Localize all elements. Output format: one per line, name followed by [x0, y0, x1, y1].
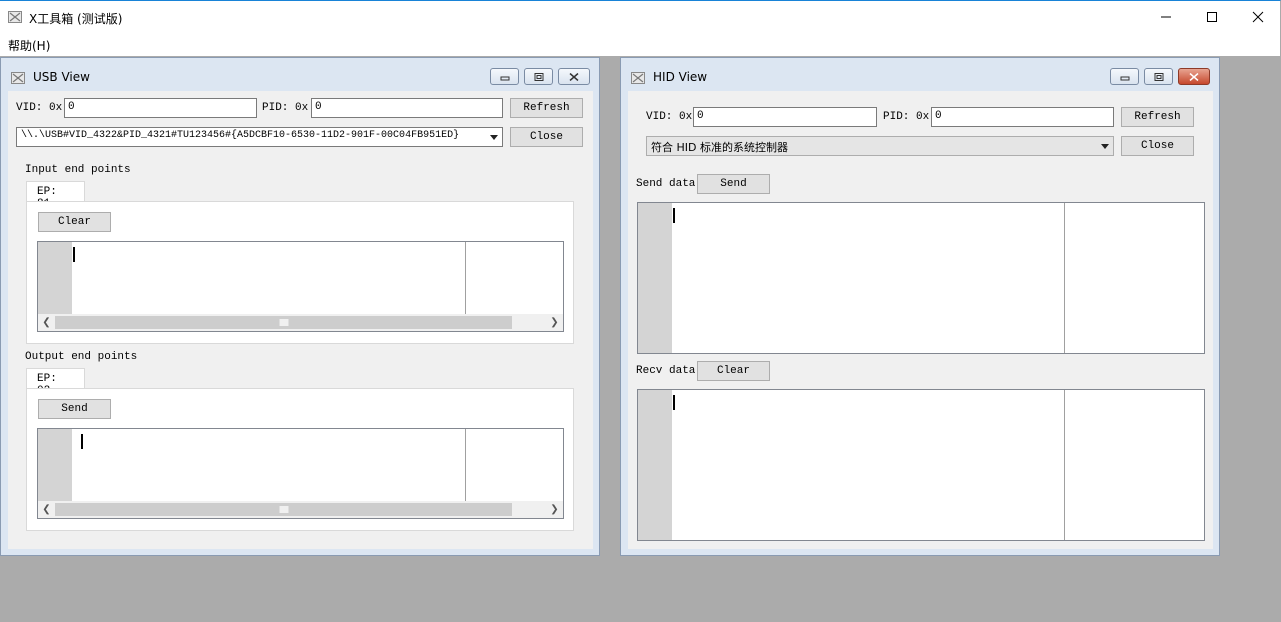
usb-minimize-button[interactable]	[490, 68, 519, 85]
minimize-icon	[500, 76, 509, 80]
hid-device-select[interactable]: 符合 HID 标准的系统控制器	[646, 136, 1114, 156]
hid-pid-label: PID: 0x	[883, 111, 930, 123]
hid-restore-button[interactable]	[1144, 68, 1173, 85]
usb-refresh-button[interactable]: Refresh	[510, 98, 583, 118]
minimize-button[interactable]	[1143, 1, 1189, 33]
close-button[interactable]	[1235, 1, 1281, 33]
tab-ep-81[interactable]: EP: 81	[26, 181, 85, 210]
window-app-icon	[631, 72, 645, 84]
usb-view-title: USB View	[33, 70, 90, 84]
usb-close-button[interactable]	[558, 68, 590, 85]
usb-close-device-button[interactable]: Close	[510, 127, 583, 147]
menu-help[interactable]: 帮助(H)	[8, 37, 50, 54]
usb-view-titlebar[interactable]: USB View	[1, 58, 599, 88]
input-data-editor[interactable]: ❮ ❯	[37, 241, 564, 332]
text-caret	[73, 247, 75, 262]
output-ep-panel: Send ❮ ❯	[26, 388, 574, 531]
hid-send-button[interactable]: Send	[697, 174, 770, 194]
line-gutter	[638, 203, 672, 353]
input-clear-button[interactable]: Clear	[38, 212, 111, 232]
hid-clear-button[interactable]: Clear	[697, 361, 770, 381]
line-gutter	[638, 390, 672, 540]
close-icon	[1252, 11, 1264, 23]
usb-vid-label: VID: 0x	[16, 102, 63, 114]
minimize-icon	[1161, 16, 1171, 18]
tab-ep-02[interactable]: EP: 02	[26, 368, 85, 397]
text-caret	[673, 208, 675, 223]
hid-vid-label: VID: 0x	[646, 111, 693, 123]
input-endpoints-label: Input end points	[25, 164, 131, 176]
minimize-icon	[1120, 76, 1129, 80]
scroll-left-icon[interactable]: ❮	[38, 314, 55, 331]
scroll-right-icon[interactable]: ❯	[546, 314, 563, 331]
scroll-right-icon[interactable]: ❯	[546, 501, 563, 518]
chevron-down-icon	[1101, 144, 1109, 149]
usb-device-select[interactable]: \\.\USB#VID_4322&PID_4321#TU123456#{A5DC…	[16, 127, 503, 147]
maximize-button[interactable]	[1189, 1, 1235, 33]
maximize-icon	[1207, 12, 1217, 22]
grip-icon	[279, 506, 288, 513]
window-app-icon	[11, 72, 25, 84]
usb-device-path: \\.\USB#VID_4322&PID_4321#TU123456#{A5DC…	[21, 130, 460, 141]
horizontal-scrollbar[interactable]: ❮ ❯	[38, 314, 563, 331]
recv-data-label: Recv data	[636, 365, 696, 377]
scroll-thumb[interactable]	[55, 503, 512, 516]
close-icon	[1189, 72, 1199, 81]
app-title: X工具箱 (测试版)	[29, 12, 123, 26]
scroll-thumb[interactable]	[55, 316, 512, 329]
editor-divider	[1064, 390, 1065, 540]
hid-pid-input[interactable]: 0	[931, 107, 1114, 127]
hid-view-body: VID: 0x 0 PID: 0x 0 Refresh 符合 HID 标准的系统…	[628, 91, 1213, 549]
window-app-icon	[8, 11, 22, 23]
send-data-label: Send data	[636, 178, 696, 190]
close-icon	[569, 72, 579, 81]
hid-view-titlebar[interactable]: HID View	[621, 58, 1219, 88]
chevron-down-icon	[490, 135, 498, 140]
hid-device-name: 符合 HID 标准的系统控制器	[651, 141, 788, 154]
hid-refresh-button[interactable]: Refresh	[1121, 107, 1194, 127]
hid-vid-input[interactable]: 0	[693, 107, 877, 127]
output-endpoints-label: Output end points	[25, 351, 138, 363]
app-titlebar[interactable]: X工具箱 (测试版)	[0, 0, 1281, 34]
maximize-icon	[1154, 72, 1163, 81]
hid-view-window: HID View VID: 0x 0 PID: 0x 0 Refresh 符合 …	[620, 57, 1220, 556]
hid-close-button[interactable]	[1178, 68, 1210, 85]
scroll-left-icon[interactable]: ❮	[38, 501, 55, 518]
hid-close-device-button[interactable]: Close	[1121, 136, 1194, 156]
usb-vid-input[interactable]: 0	[64, 98, 257, 118]
horizontal-scrollbar[interactable]: ❮ ❯	[38, 501, 563, 518]
usb-restore-button[interactable]	[524, 68, 553, 85]
hid-view-title: HID View	[653, 70, 708, 84]
input-ep-panel: Clear ❮ ❯	[26, 201, 574, 344]
usb-pid-label: PID: 0x	[262, 102, 309, 114]
maximize-icon	[534, 72, 543, 81]
usb-pid-input[interactable]: 0	[311, 98, 503, 118]
text-caret	[81, 434, 83, 449]
grip-icon	[279, 319, 288, 326]
editor-divider	[1064, 203, 1065, 353]
send-data-editor[interactable]	[637, 202, 1205, 354]
usb-view-window: USB View VID: 0x 0 PID: 0x 0 Refresh \\.…	[0, 57, 600, 556]
hid-minimize-button[interactable]	[1110, 68, 1139, 85]
output-data-editor[interactable]: ❮ ❯	[37, 428, 564, 519]
output-send-button[interactable]: Send	[38, 399, 111, 419]
usb-view-body: VID: 0x 0 PID: 0x 0 Refresh \\.\USB#VID_…	[8, 91, 593, 549]
recv-data-editor[interactable]	[637, 389, 1205, 541]
text-caret	[673, 395, 675, 410]
menubar: 帮助(H)	[0, 34, 1281, 56]
